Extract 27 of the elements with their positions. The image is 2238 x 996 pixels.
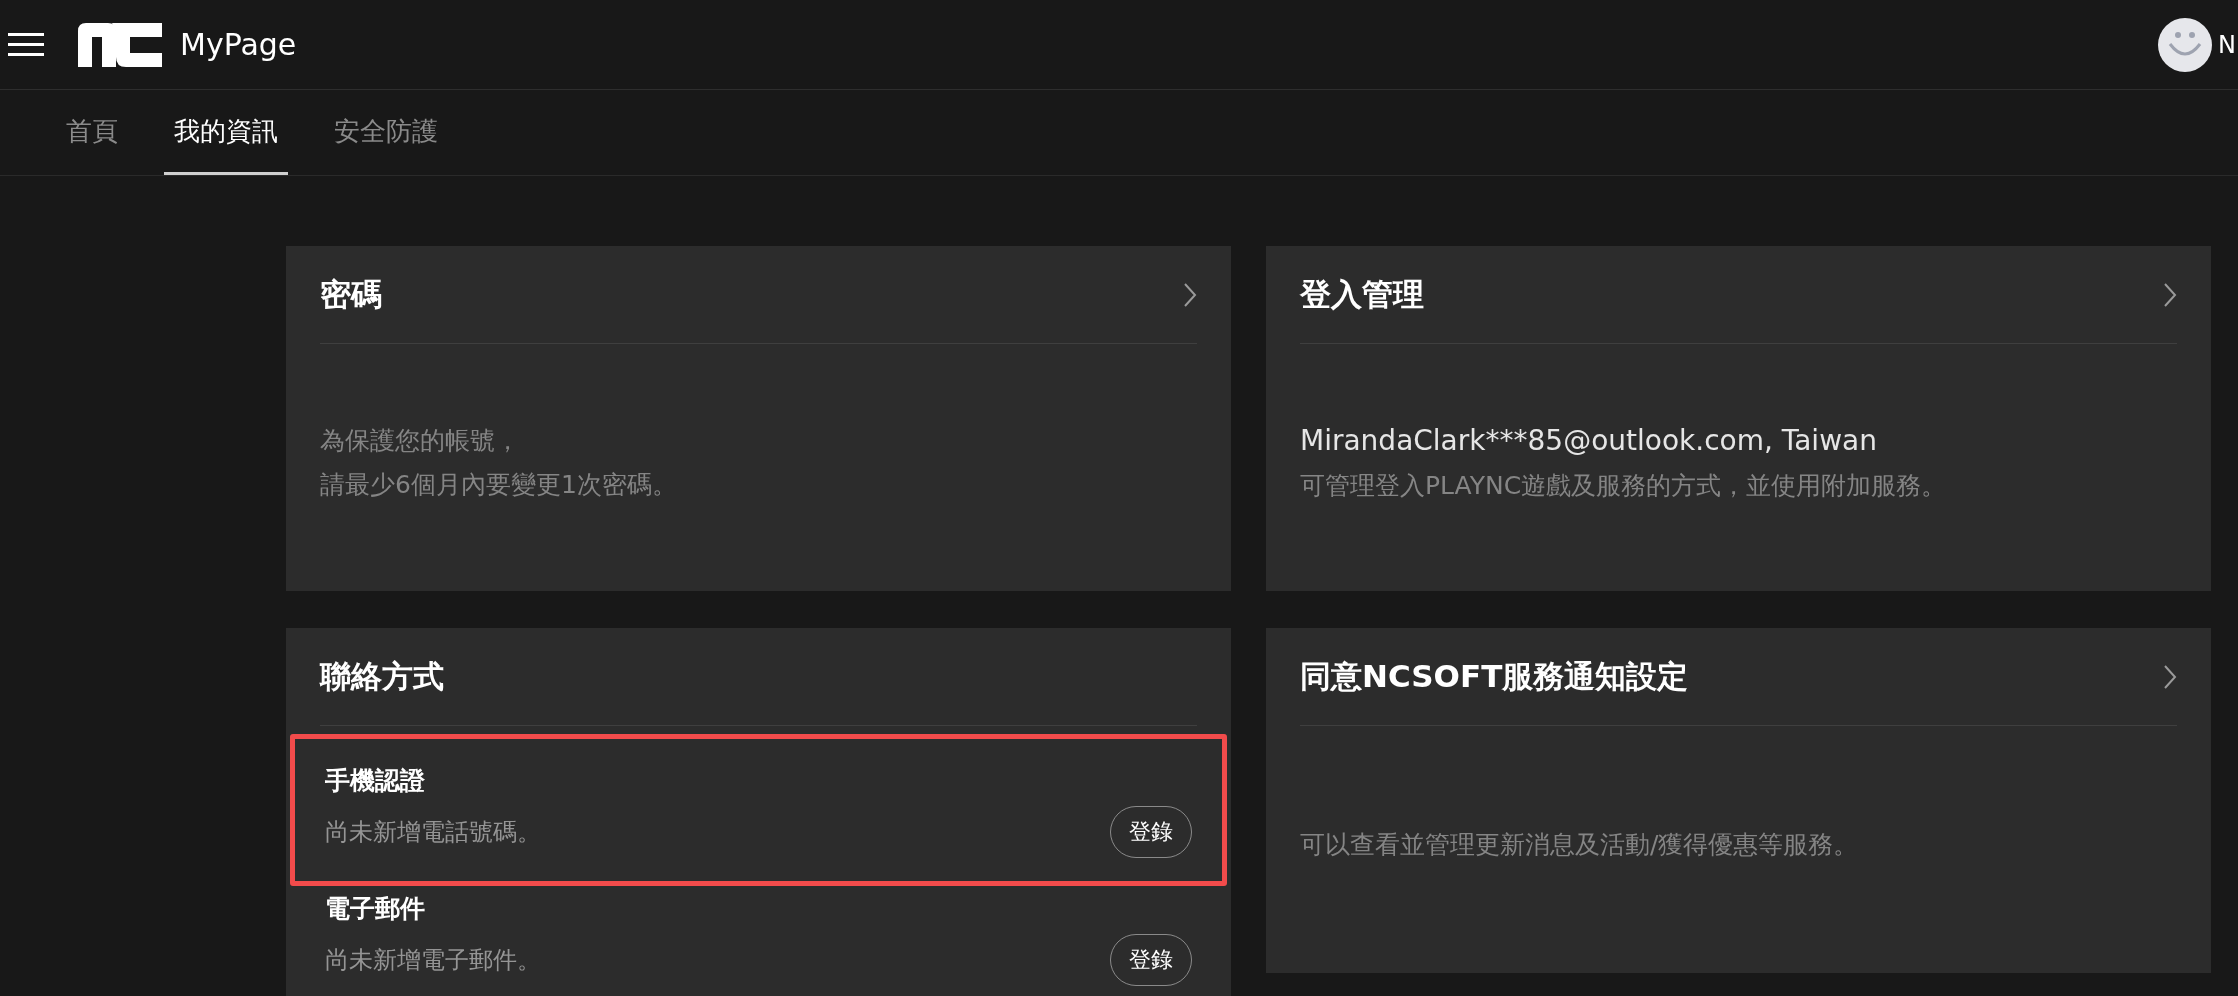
chevron-right-icon[interactable]: [2163, 663, 2177, 690]
contact-label: 手機認證: [325, 765, 426, 798]
info-card[interactable]: 登入管理 MirandaClark***85@outlook.com, Taiwan 可管理登入PLAYNC遊戲及服務的方式，並使用附加服務。: [1266, 246, 2211, 591]
card-description: 請最少6個月內要變更1次密碼。: [320, 468, 678, 501]
user-name[interactable]: N: [2218, 26, 2236, 63]
menu-icon[interactable]: [8, 31, 44, 58]
card-title: 密碼: [320, 275, 382, 315]
contact-label: 電子郵件: [325, 893, 426, 925]
card-title: 登入管理: [1300, 275, 1424, 315]
chevron-right-icon[interactable]: [2163, 281, 2177, 308]
nav-tab[interactable]: 我的資訊: [164, 90, 288, 175]
chevron-right-icon[interactable]: [1183, 281, 1197, 308]
page-title: MyPage: [180, 26, 297, 64]
nav-tab[interactable]: 安全防護: [334, 90, 438, 175]
info-card[interactable]: 密碼 為保護您的帳號， 請最少6個月內要變更1次密碼。: [286, 246, 1231, 591]
contact-status: 尚未新增電子郵件。: [325, 944, 541, 976]
card-description: 為保護您的帳號，: [320, 424, 521, 457]
info-card[interactable]: 同意NCSOFT服務通知設定 可以查看並管理更新消息及活動/獲得優惠等服務。: [1266, 628, 2211, 973]
card-title: 同意NCSOFT服務通知設定: [1300, 657, 1689, 697]
contact-status: 尚未新增電話號碼。: [325, 816, 541, 848]
account-email: MirandaClark***85@outlook.com, Taiwan: [1300, 422, 1878, 459]
nav-tab[interactable]: 首頁: [66, 90, 118, 175]
card-description: 可管理登入PLAYNC遊戲及服務的方式，並使用附加服務。: [1300, 469, 1948, 502]
logo-icon[interactable]: [78, 22, 162, 67]
card-title: 聯絡方式: [320, 657, 444, 697]
card-description: 可以查看並管理更新消息及活動/獲得優惠等服務。: [1300, 828, 1860, 861]
info-card[interactable]: 聯絡方式 手機認證 尚未新增電話號碼。 登錄 電子郵件 尚未新增電子郵件。 登錄: [286, 628, 1231, 996]
